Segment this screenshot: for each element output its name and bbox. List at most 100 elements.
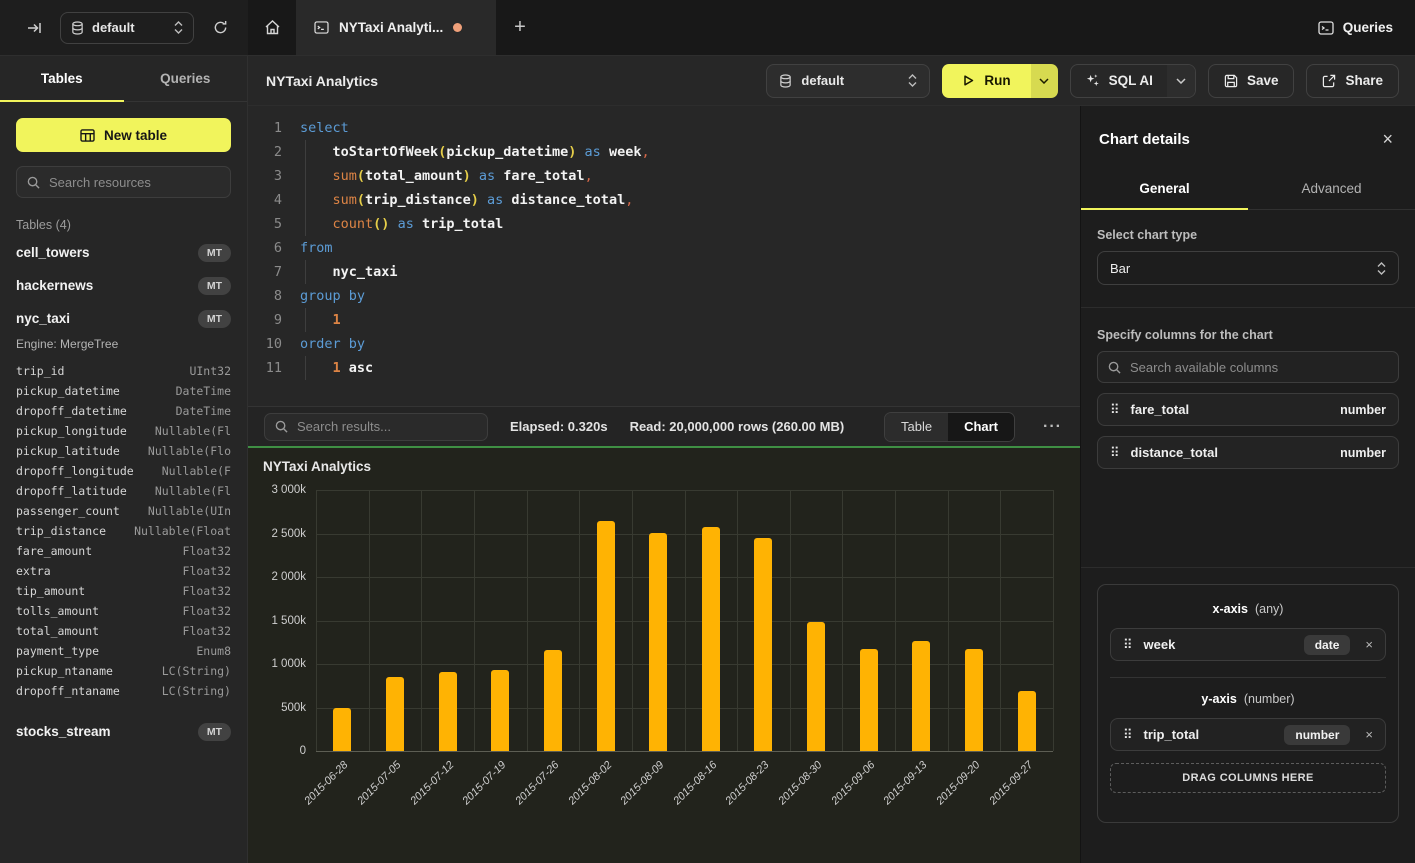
chart-bar[interactable]: [807, 622, 825, 751]
column-name: pickup_longitude: [16, 424, 127, 438]
y-axis-tick-label: 2 000k: [271, 571, 306, 583]
drag-columns-dropzone[interactable]: DRAG COLUMNS HERE: [1110, 763, 1386, 793]
refresh-icon[interactable]: [206, 14, 234, 42]
code-line[interactable]: 1select: [248, 116, 1080, 140]
code-line[interactable]: 9 1: [248, 308, 1080, 332]
code-line[interactable]: 3 sum(total_amount) as fare_total,: [248, 164, 1080, 188]
code-line[interactable]: 11 1 asc: [248, 356, 1080, 380]
sidebar-tab-queries[interactable]: Queries: [124, 56, 248, 101]
queries-button[interactable]: Queries: [1318, 20, 1393, 35]
chart-bar[interactable]: [649, 533, 667, 751]
chart-bar[interactable]: [1018, 691, 1036, 751]
column-name: payment_type: [16, 644, 99, 658]
run-label: Run: [984, 73, 1010, 88]
chart-bar[interactable]: [544, 650, 562, 751]
chart-bar[interactable]: [386, 677, 404, 751]
sql-ai-button[interactable]: SQL AI: [1071, 65, 1167, 97]
columns-block: trip_idUInt32pickup_datetimeDateTimedrop…: [16, 361, 231, 701]
share-button[interactable]: Share: [1306, 64, 1399, 98]
y-axis-tick-label: 1 000k: [271, 658, 306, 670]
chart-bar[interactable]: [754, 538, 772, 751]
code-line[interactable]: 5 count() as trip_total: [248, 212, 1080, 236]
line-content: order by: [300, 332, 365, 356]
column-row: trip_distanceNullable(Float: [16, 521, 231, 541]
run-options-caret[interactable]: [1031, 64, 1058, 98]
results-search-input[interactable]: [297, 419, 477, 434]
tab-general[interactable]: General: [1081, 168, 1248, 209]
chart-bar[interactable]: [702, 527, 720, 751]
drag-handle-icon[interactable]: ⠿: [1123, 728, 1133, 741]
table-row[interactable]: nyc_taxiMT: [16, 302, 231, 335]
column-name: dropoff_longitude: [16, 464, 134, 478]
chart-type-select[interactable]: Bar: [1097, 251, 1399, 285]
queries-label: Queries: [1343, 20, 1393, 35]
drag-handle-icon[interactable]: ⠿: [1123, 638, 1133, 651]
drag-handle-icon[interactable]: ⠿: [1110, 403, 1120, 416]
query-database-selector[interactable]: default: [766, 64, 930, 98]
code-line[interactable]: 10order by: [248, 332, 1080, 356]
remove-column-icon[interactable]: ×: [1365, 727, 1373, 742]
search-icon: [275, 420, 288, 433]
chart-bar[interactable]: [491, 670, 509, 751]
gridline-vertical: [790, 490, 791, 751]
chart-bar[interactable]: [912, 641, 930, 751]
query-actions: default Run: [766, 64, 1399, 98]
new-tab-button[interactable]: +: [496, 0, 544, 55]
toggle-table[interactable]: Table: [885, 413, 948, 441]
chart-bar[interactable]: [597, 521, 615, 751]
table-row[interactable]: cell_towersMT: [16, 236, 231, 269]
new-table-button[interactable]: New table: [16, 118, 231, 152]
toggle-chart[interactable]: Chart: [948, 413, 1014, 441]
column-row: pickup_ntanameLC(String): [16, 661, 231, 681]
x-axis-title: x-axis(any): [1110, 602, 1386, 616]
columns-search-input[interactable]: [1130, 360, 1388, 375]
more-options-icon[interactable]: ···: [1037, 418, 1068, 436]
run-button[interactable]: Run: [942, 64, 1030, 98]
home-button[interactable]: [248, 0, 296, 55]
tab-nytaxi-analytics[interactable]: NYTaxi Analyti...: [296, 0, 496, 55]
chart-bar[interactable]: [333, 708, 351, 751]
table-row[interactable]: stocks_streamMT: [16, 715, 231, 748]
x-axis-tick-label: 2015-06-28: [303, 759, 351, 807]
column-type: Float32: [183, 624, 231, 638]
read-stat: Read: 20,000,000 rows (260.00 MB): [630, 419, 845, 434]
tab-advanced[interactable]: Advanced: [1248, 168, 1415, 209]
chart-bar[interactable]: [439, 672, 457, 751]
resource-search-input[interactable]: [49, 175, 225, 190]
code-line[interactable]: 6from: [248, 236, 1080, 260]
drag-handle-icon[interactable]: ⠿: [1110, 446, 1120, 459]
code-line[interactable]: 7 nyc_taxi: [248, 260, 1080, 284]
collapse-sidebar-icon[interactable]: [20, 14, 48, 42]
column-row: tolls_amountFloat32: [16, 601, 231, 621]
sql-editor[interactable]: 1select2 toStartOfWeek(pickup_datetime) …: [248, 106, 1080, 406]
code-line[interactable]: 8group by: [248, 284, 1080, 308]
code-line[interactable]: 2 toStartOfWeek(pickup_datetime) as week…: [248, 140, 1080, 164]
main-area: 1select2 toStartOfWeek(pickup_datetime) …: [248, 106, 1080, 863]
close-icon[interactable]: ×: [1382, 130, 1393, 148]
remove-column-icon[interactable]: ×: [1365, 637, 1373, 652]
sql-ai-button-group: SQL AI: [1070, 64, 1196, 98]
x-axis-tick-label: 2015-07-12: [408, 759, 456, 807]
column-chip[interactable]: ⠿distance_totalnumber: [1097, 436, 1399, 469]
column-chip[interactable]: ⠿weekdate×: [1110, 628, 1386, 661]
code-line[interactable]: 4 sum(trip_distance) as distance_total,: [248, 188, 1080, 212]
chart-bar[interactable]: [965, 649, 983, 751]
engine-badge: MT: [198, 277, 231, 295]
chip-column-name: fare_total: [1131, 402, 1330, 417]
results-search: [264, 413, 488, 441]
sidebar-tab-tables[interactable]: Tables: [0, 56, 124, 101]
column-chip[interactable]: ⠿fare_totalnumber: [1097, 393, 1399, 426]
x-axis-tick-label: 2015-07-05: [355, 759, 403, 807]
database-selector[interactable]: default: [60, 12, 194, 44]
y-axis-section: y-axis(number) ⠿trip_totalnumber× DRAG C…: [1110, 692, 1386, 809]
chart-bar[interactable]: [860, 649, 878, 751]
save-button[interactable]: Save: [1208, 64, 1295, 98]
column-chip[interactable]: ⠿trip_totalnumber×: [1110, 718, 1386, 751]
line-content: toStartOfWeek(pickup_datetime) as week,: [300, 140, 650, 164]
table-row[interactable]: hackernewsMT: [16, 269, 231, 302]
line-number: 7: [248, 260, 282, 284]
x-axis-tick-label: 2015-09-06: [829, 759, 877, 807]
sql-ai-caret[interactable]: [1167, 65, 1195, 97]
columns-section: Specify columns for the chart ⠿fare_tota…: [1081, 308, 1415, 469]
column-type: Float32: [183, 564, 231, 578]
